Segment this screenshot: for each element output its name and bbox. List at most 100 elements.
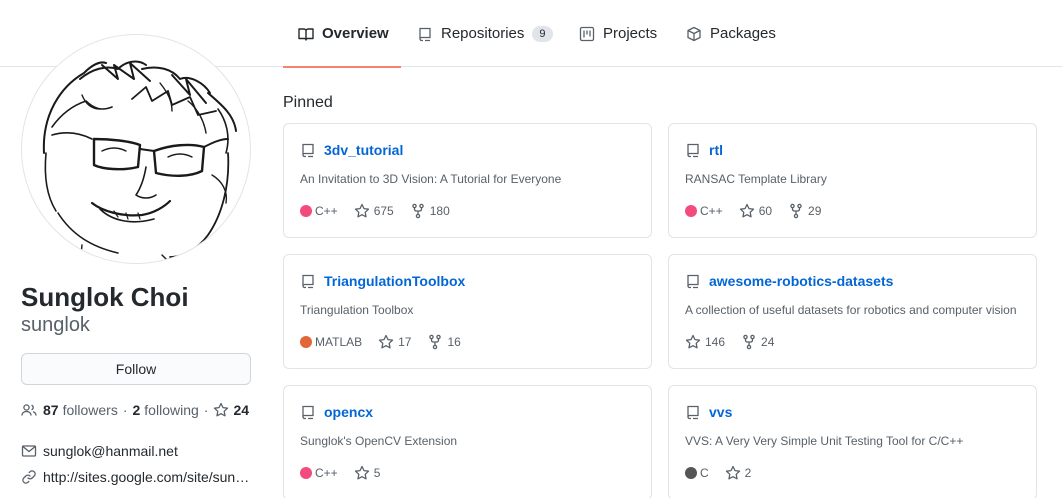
repo-title-link[interactable]: TriangulationToolbox [300, 273, 465, 289]
repo-title-link[interactable]: 3dv_tutorial [300, 142, 403, 158]
repo-icon [300, 142, 316, 158]
tab-packages-label: Packages [710, 25, 776, 42]
repo-info: C++ 60 29 [685, 203, 837, 219]
repo-info: C2 [685, 465, 767, 481]
star-icon [739, 203, 759, 219]
fork-icon [410, 203, 430, 219]
stars-count: 24 [233, 402, 250, 418]
repo-forks-link[interactable]: 180 [410, 203, 450, 219]
repo-description: An Invitation to 3D Vision: A Tutorial f… [300, 172, 562, 186]
repo-icon [685, 273, 701, 289]
repo-language: MATLAB [300, 335, 362, 349]
repo-icon [300, 404, 316, 420]
package-icon [686, 26, 702, 42]
tab-packages[interactable]: Packages [686, 0, 776, 67]
repo-language: C [685, 466, 709, 480]
repo-stars-link[interactable]: 146 [685, 334, 725, 350]
repo-language: C++ [300, 466, 338, 480]
repo-language: C++ [685, 204, 723, 218]
repo-forks-link[interactable]: 24 [741, 334, 774, 350]
star-icon [354, 203, 374, 219]
repo-stars-link[interactable]: 5 [354, 465, 381, 481]
repo-name: vvs [709, 404, 733, 420]
language-color-dot [685, 467, 697, 479]
repo-forks-link[interactable]: 29 [788, 203, 821, 219]
repo-description: VVS: A Very Very Simple Unit Testing Too… [685, 434, 964, 448]
repo-name: 3dv_tutorial [324, 142, 404, 158]
profile-website[interactable]: http://sites.google.com/site/sun… [21, 469, 249, 485]
fork-icon [741, 334, 761, 350]
pinned-heading: Pinned [283, 94, 333, 111]
language-label: MATLAB [315, 335, 363, 349]
follow-button[interactable]: Follow [21, 353, 251, 385]
repo-name: opencx [324, 404, 374, 420]
repo-name: rtl [709, 142, 723, 158]
tab-overview[interactable]: Overview [283, 0, 401, 68]
following-label: following [144, 402, 199, 418]
repo-info: C++ 675 180 [300, 203, 466, 219]
language-label: C++ [315, 466, 338, 480]
repo-stars-link[interactable]: 17 [378, 334, 411, 350]
repo-title-link[interactable]: awesome-robotics-datasets [685, 273, 893, 289]
followers-count: 87 [43, 402, 59, 418]
repo-icon [300, 273, 316, 289]
repo-title-link[interactable]: rtl [685, 142, 723, 158]
profile-username: sunglok [21, 314, 90, 336]
pinned-repo-card: 3dv_tutorial An Invitation to 3D Vision:… [283, 123, 652, 238]
repo-stars-link[interactable]: 60 [739, 203, 772, 219]
profile-fullname: Sunglok Choi [21, 282, 189, 312]
forks-count: 180 [429, 204, 450, 218]
repo-language: C++ [300, 204, 338, 218]
tab-projects-label: Projects [603, 25, 658, 42]
repo-name: TriangulationToolbox [324, 273, 466, 289]
star-icon [354, 465, 374, 481]
repo-icon [417, 26, 433, 42]
repo-stars-link[interactable]: 2 [725, 465, 752, 481]
repositories-count-badge: 9 [532, 25, 553, 42]
email-text: sunglok@hanmail.net [43, 443, 178, 459]
repo-icon [685, 404, 701, 420]
language-color-dot [685, 205, 697, 217]
repo-forks-link[interactable]: 16 [427, 334, 461, 350]
profile-email[interactable]: sunglok@hanmail.net [21, 443, 178, 459]
stars-count: 60 [758, 204, 773, 218]
following-link[interactable]: 2 following [133, 402, 199, 418]
star-icon [378, 334, 398, 350]
tab-repositories[interactable]: Repositories 9 [417, 0, 553, 67]
repo-title-link[interactable]: opencx [300, 404, 373, 420]
pinned-repo-card: vvs VVS: A Very Very Simple Unit Testing… [668, 385, 1037, 498]
avatar[interactable] [21, 34, 251, 264]
tab-projects[interactable]: Projects [579, 0, 657, 67]
stars-link[interactable]: 24 [213, 402, 253, 418]
profile-stats: 87 followers · 2 following · 24 [21, 402, 253, 418]
project-icon [579, 26, 595, 42]
website-text: http://sites.google.com/site/sun… [43, 469, 250, 485]
repo-info: MATLAB 17 16 [300, 334, 477, 350]
repo-name: awesome-robotics-datasets [709, 273, 894, 289]
language-color-dot [300, 336, 312, 348]
star-icon [725, 465, 745, 481]
star-icon [213, 402, 229, 418]
pinned-repo-card: TriangulationToolbox Triangulation Toolb… [283, 254, 652, 369]
followers-link[interactable]: 87 followers [21, 402, 118, 418]
tab-overview-label: Overview [322, 25, 389, 42]
repo-title-link[interactable]: vvs [685, 404, 732, 420]
stars-count: 2 [744, 466, 752, 480]
stars-count: 5 [373, 466, 381, 480]
following-count: 2 [132, 402, 141, 418]
tab-repositories-label: Repositories [441, 25, 525, 42]
repo-stars-link[interactable]: 675 [354, 203, 394, 219]
forks-count: 16 [447, 335, 461, 349]
language-label: C++ [315, 204, 338, 218]
repo-info: C++ 5 [300, 465, 396, 481]
people-icon [21, 402, 37, 418]
repo-icon [685, 142, 701, 158]
language-label: C [700, 466, 709, 480]
repo-description: RANSAC Template Library [685, 172, 827, 186]
pinned-repo-card: opencx Sunglok's OpenCV Extension C++ 5 [283, 385, 652, 498]
pinned-repo-card: awesome-robotics-datasets A collection o… [668, 254, 1037, 369]
stars-count: 146 [705, 335, 726, 349]
language-color-dot [300, 205, 312, 217]
stars-count: 17 [398, 335, 412, 349]
language-color-dot [300, 467, 312, 479]
